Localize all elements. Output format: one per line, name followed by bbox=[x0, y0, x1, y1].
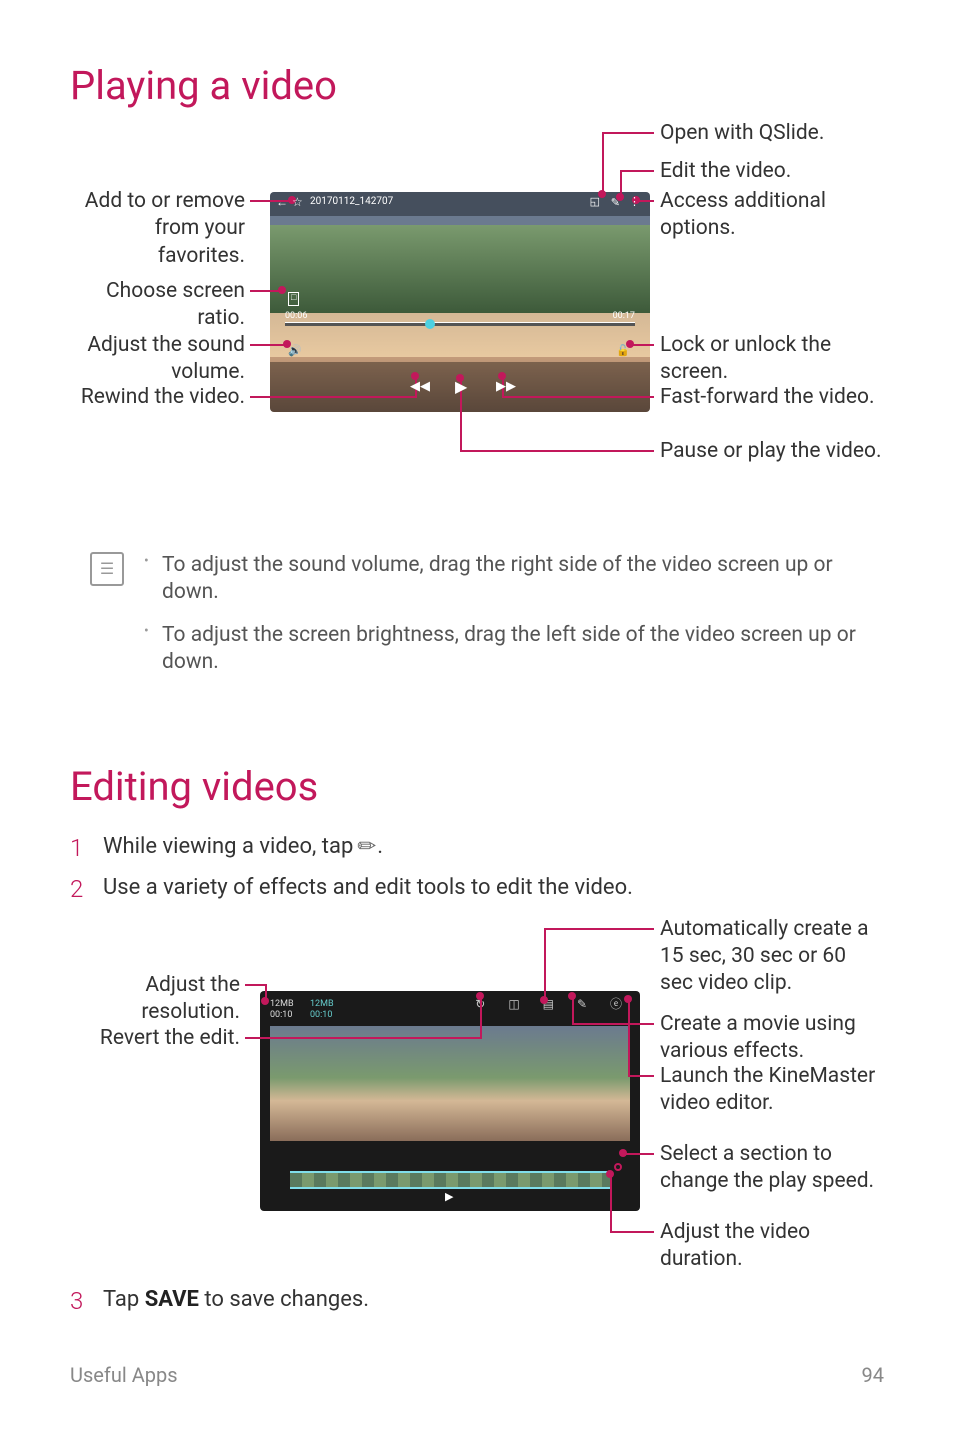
callout-dot bbox=[261, 997, 269, 1005]
callout-options: Access additional options. bbox=[660, 188, 884, 243]
back-icon[interactable]: ← bbox=[276, 195, 288, 211]
res-current: 12MB 00:10 bbox=[270, 999, 294, 1022]
callout-line bbox=[480, 996, 482, 1039]
callout-favorites: Add to or remove from your favorites. bbox=[80, 188, 245, 270]
callout-line bbox=[502, 396, 654, 398]
callout-line bbox=[250, 396, 415, 398]
editor-top-icons[interactable]: ↻ ◫ ▤ ✎ ⓔ bbox=[475, 997, 632, 1013]
time-current: 00:06 bbox=[285, 311, 307, 323]
callout-line bbox=[625, 1153, 654, 1155]
editor-preview bbox=[270, 1026, 630, 1141]
step-3: 3 Tap SAVE to save changes. bbox=[70, 1286, 884, 1317]
callout-ratio: Choose screen ratio. bbox=[100, 278, 245, 333]
speed-marker[interactable] bbox=[614, 1163, 622, 1171]
callout-line bbox=[620, 170, 654, 172]
callout-autoclip: Automatically create a 15 sec, 30 sec or… bbox=[660, 916, 884, 998]
footer-section: Useful Apps bbox=[70, 1362, 178, 1388]
heading-playing: Playing a video bbox=[70, 60, 884, 112]
ff-icon[interactable]: ▶▶ bbox=[496, 379, 516, 396]
note-bullet-1: To adjust the sound volume, drag the rig… bbox=[144, 552, 864, 607]
video-filename: 20170112_142707 bbox=[310, 195, 393, 208]
step-1: 1 While viewing a video, tap ✎. bbox=[70, 833, 884, 864]
rewind-icon[interactable]: ◀◀ bbox=[410, 379, 430, 396]
note-bullet-2: To adjust the screen brightness, drag th… bbox=[144, 622, 864, 677]
menu-icon[interactable]: ⋮ bbox=[629, 195, 640, 209]
callout-line bbox=[572, 998, 574, 1025]
note-icon: ☰ bbox=[90, 552, 124, 586]
callout-line bbox=[632, 344, 654, 346]
callout-movie: Create a movie using various effects. bbox=[660, 1011, 884, 1066]
callout-rewind: Rewind the video. bbox=[70, 384, 245, 411]
star-icon[interactable]: ☆ bbox=[292, 195, 303, 211]
callout-line bbox=[628, 1001, 630, 1077]
callout-dot bbox=[540, 996, 548, 1004]
callout-line bbox=[638, 200, 654, 202]
page-footer: Useful Apps 94 bbox=[70, 1362, 884, 1388]
ratio-icon[interactable]: □ bbox=[288, 292, 299, 306]
callout-ff: Fast-forward the video. bbox=[660, 384, 884, 411]
qslide-icon[interactable]: ◱ bbox=[590, 195, 600, 209]
figure-video-player: ← ☆ 20170112_142707 ◱ ✎ ⋮ □ 00:06 00:17 … bbox=[70, 132, 884, 532]
step-number: 1 bbox=[70, 833, 88, 864]
step-3-text: Tap SAVE to save changes. bbox=[103, 1286, 369, 1317]
callout-edit: Edit the video. bbox=[660, 158, 884, 185]
callout-dot bbox=[624, 995, 632, 1003]
callout-revert: Revert the edit. bbox=[90, 1025, 240, 1052]
callout-line bbox=[245, 984, 265, 986]
callout-line bbox=[610, 1231, 654, 1233]
footer-page: 94 bbox=[862, 1362, 884, 1388]
step-2-text: Use a variety of effects and edit tools … bbox=[103, 874, 633, 905]
callout-kine: Launch the KineMaster video editor. bbox=[660, 1063, 884, 1118]
callout-line bbox=[602, 132, 604, 192]
callout-lock: Lock or unlock the screen. bbox=[660, 332, 884, 387]
callout-volume: Adjust the sound volume. bbox=[80, 332, 245, 387]
step-2: 2 Use a variety of effects and edit tool… bbox=[70, 874, 884, 905]
callout-line bbox=[620, 170, 622, 195]
callout-line bbox=[460, 450, 654, 452]
callout-line bbox=[250, 344, 285, 346]
callout-line bbox=[544, 928, 654, 930]
player-mock: ← ☆ 20170112_142707 ◱ ✎ ⋮ □ 00:06 00:17 … bbox=[270, 192, 650, 412]
figure-video-editor: 12MB 00:10 12MB 00:10 ↻ ◫ ▤ ✎ ⓔ ▶ Adjust… bbox=[70, 916, 884, 1276]
save-label: SAVE bbox=[145, 1287, 199, 1312]
callout-dot bbox=[476, 992, 484, 1000]
callout-duration: Adjust the video duration. bbox=[660, 1219, 884, 1274]
callout-line bbox=[602, 132, 654, 134]
callout-qslide: Open with QSlide. bbox=[660, 120, 884, 147]
callout-dot bbox=[568, 992, 576, 1000]
time-duration: 00:17 bbox=[613, 311, 635, 323]
callout-line bbox=[628, 1075, 654, 1077]
lock-icon[interactable]: 🔓 bbox=[616, 344, 630, 358]
step-number: 3 bbox=[70, 1286, 88, 1317]
step-1-text: While viewing a video, tap ✎. bbox=[103, 833, 383, 864]
editor-play-icon[interactable]: ▶ bbox=[445, 1190, 453, 1204]
edit-icon[interactable]: ✎ bbox=[611, 196, 620, 210]
callout-line bbox=[250, 290, 280, 292]
callout-resolution: Adjust the resolution. bbox=[135, 972, 240, 1027]
heading-editing: Editing videos bbox=[70, 761, 884, 813]
callout-dot bbox=[606, 1170, 614, 1178]
callout-line bbox=[544, 928, 546, 998]
callout-speed: Select a section to change the play spee… bbox=[660, 1141, 884, 1196]
callout-dot bbox=[278, 286, 286, 294]
seek-slider[interactable] bbox=[285, 322, 635, 326]
volume-icon[interactable]: 🔊 bbox=[288, 344, 302, 358]
callout-line bbox=[572, 1023, 654, 1025]
res-target: 12MB 00:10 bbox=[310, 999, 334, 1022]
step-number: 2 bbox=[70, 874, 88, 905]
note-box: ☰ To adjust the sound volume, drag the r… bbox=[90, 552, 864, 691]
callout-line bbox=[610, 1176, 612, 1233]
callout-line bbox=[245, 1037, 480, 1039]
callout-dot bbox=[619, 1149, 627, 1157]
timeline-strip[interactable] bbox=[290, 1171, 610, 1189]
callout-pauseplay: Pause or play the video. bbox=[660, 438, 884, 465]
play-icon[interactable]: ▶ bbox=[455, 377, 467, 398]
